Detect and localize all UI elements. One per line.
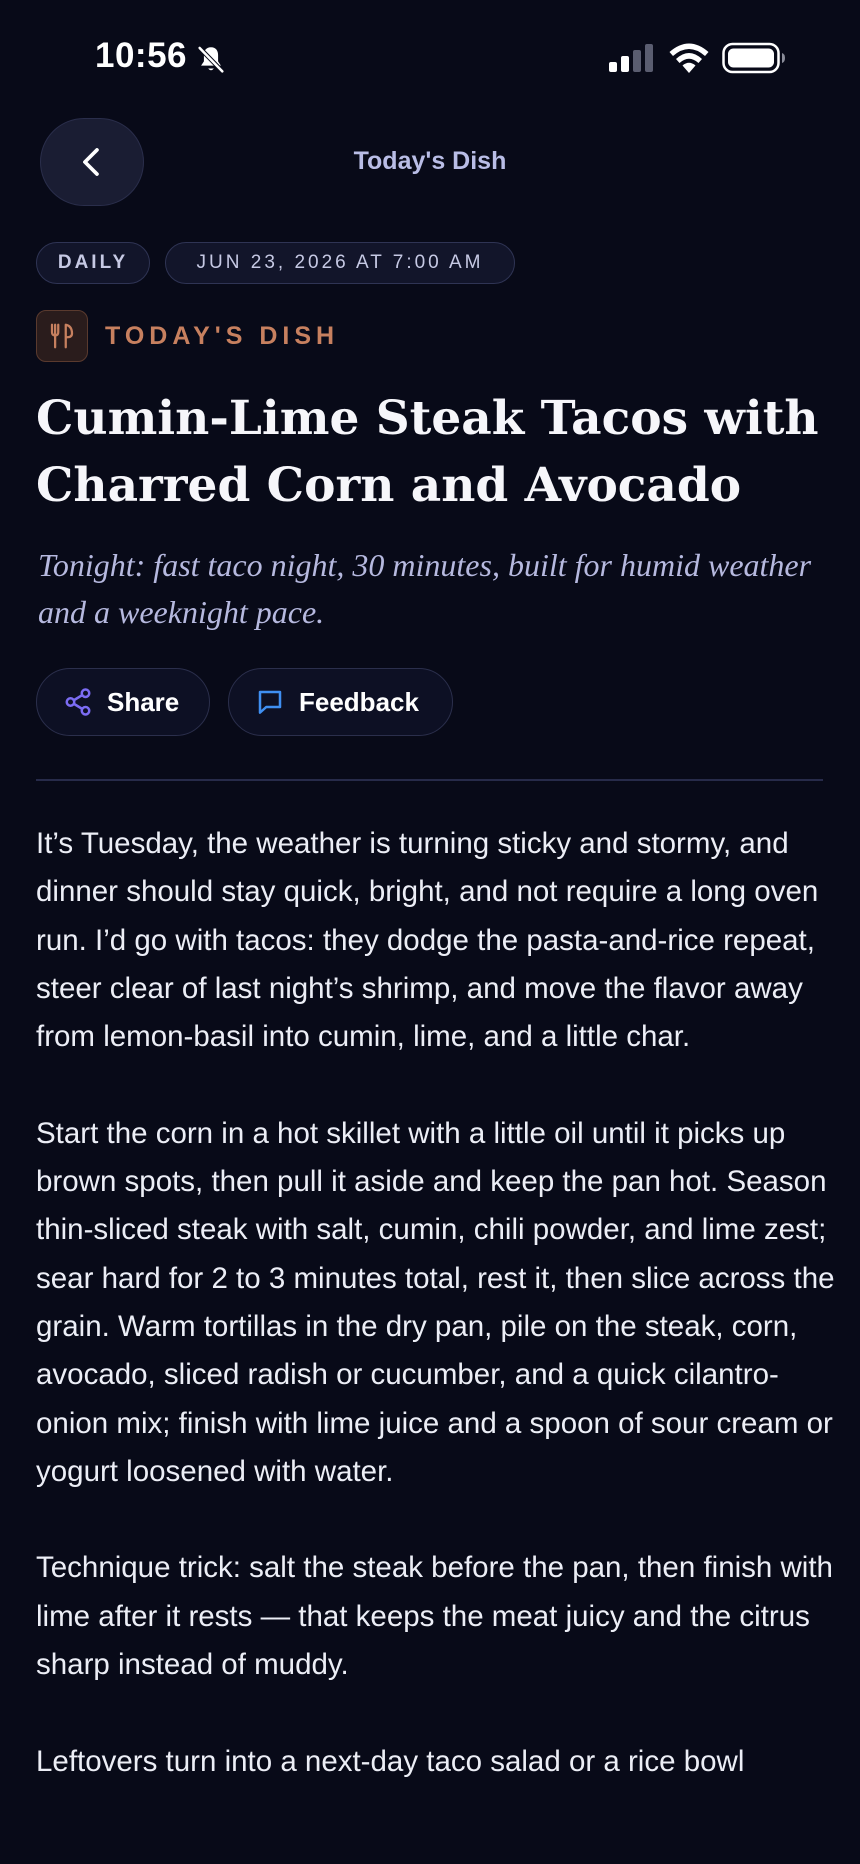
share-icon [65, 688, 91, 716]
share-button[interactable]: Share [36, 668, 210, 736]
article-paragraph: It’s Tuesday, the weather is turning sti… [36, 827, 819, 1054]
status-time: 10:56 [95, 36, 188, 75]
message-square-icon [258, 690, 282, 714]
feedback-button[interactable]: Feedback [228, 668, 453, 736]
date-badge: JUN 23, 2026 AT 7:00 AM [165, 242, 515, 284]
article-paragraph: Leftovers turn into a next-day taco sala… [36, 1744, 745, 1778]
fork-knife-icon [50, 323, 74, 349]
feedback-label: Feedback [299, 686, 419, 717]
dish-title: Cumin-Lime Steak Tacos with Charred Corn… [36, 391, 819, 513]
signal-icon [609, 44, 653, 72]
status-bar: 10:56 [0, 0, 860, 118]
dish-subtitle: Tonight: fast taco night, 30 minutes, bu… [38, 547, 812, 630]
divider [36, 779, 823, 781]
bell-slash-icon [198, 46, 224, 73]
wifi-icon [669, 43, 709, 73]
article-paragraph: Technique trick: salt the steak before t… [36, 1551, 833, 1682]
battery-icon [722, 42, 785, 74]
daily-badge: DAILY [36, 242, 150, 284]
screen: 10:56 Today's Dish DAILY JUN 23, 2026 AT… [0, 0, 860, 1864]
category-label: TODAY'S DISH [105, 322, 340, 350]
nav-title-text: Today's Dish [353, 147, 507, 175]
article-body: It’s Tuesday, the weather is turning sti… [36, 820, 836, 1834]
article-paragraph: Start the corn in a hot skillet with a l… [36, 1116, 835, 1488]
category-icon-box [36, 310, 88, 362]
nav-title: Today's Dish [0, 147, 860, 176]
share-label: Share [107, 686, 180, 717]
